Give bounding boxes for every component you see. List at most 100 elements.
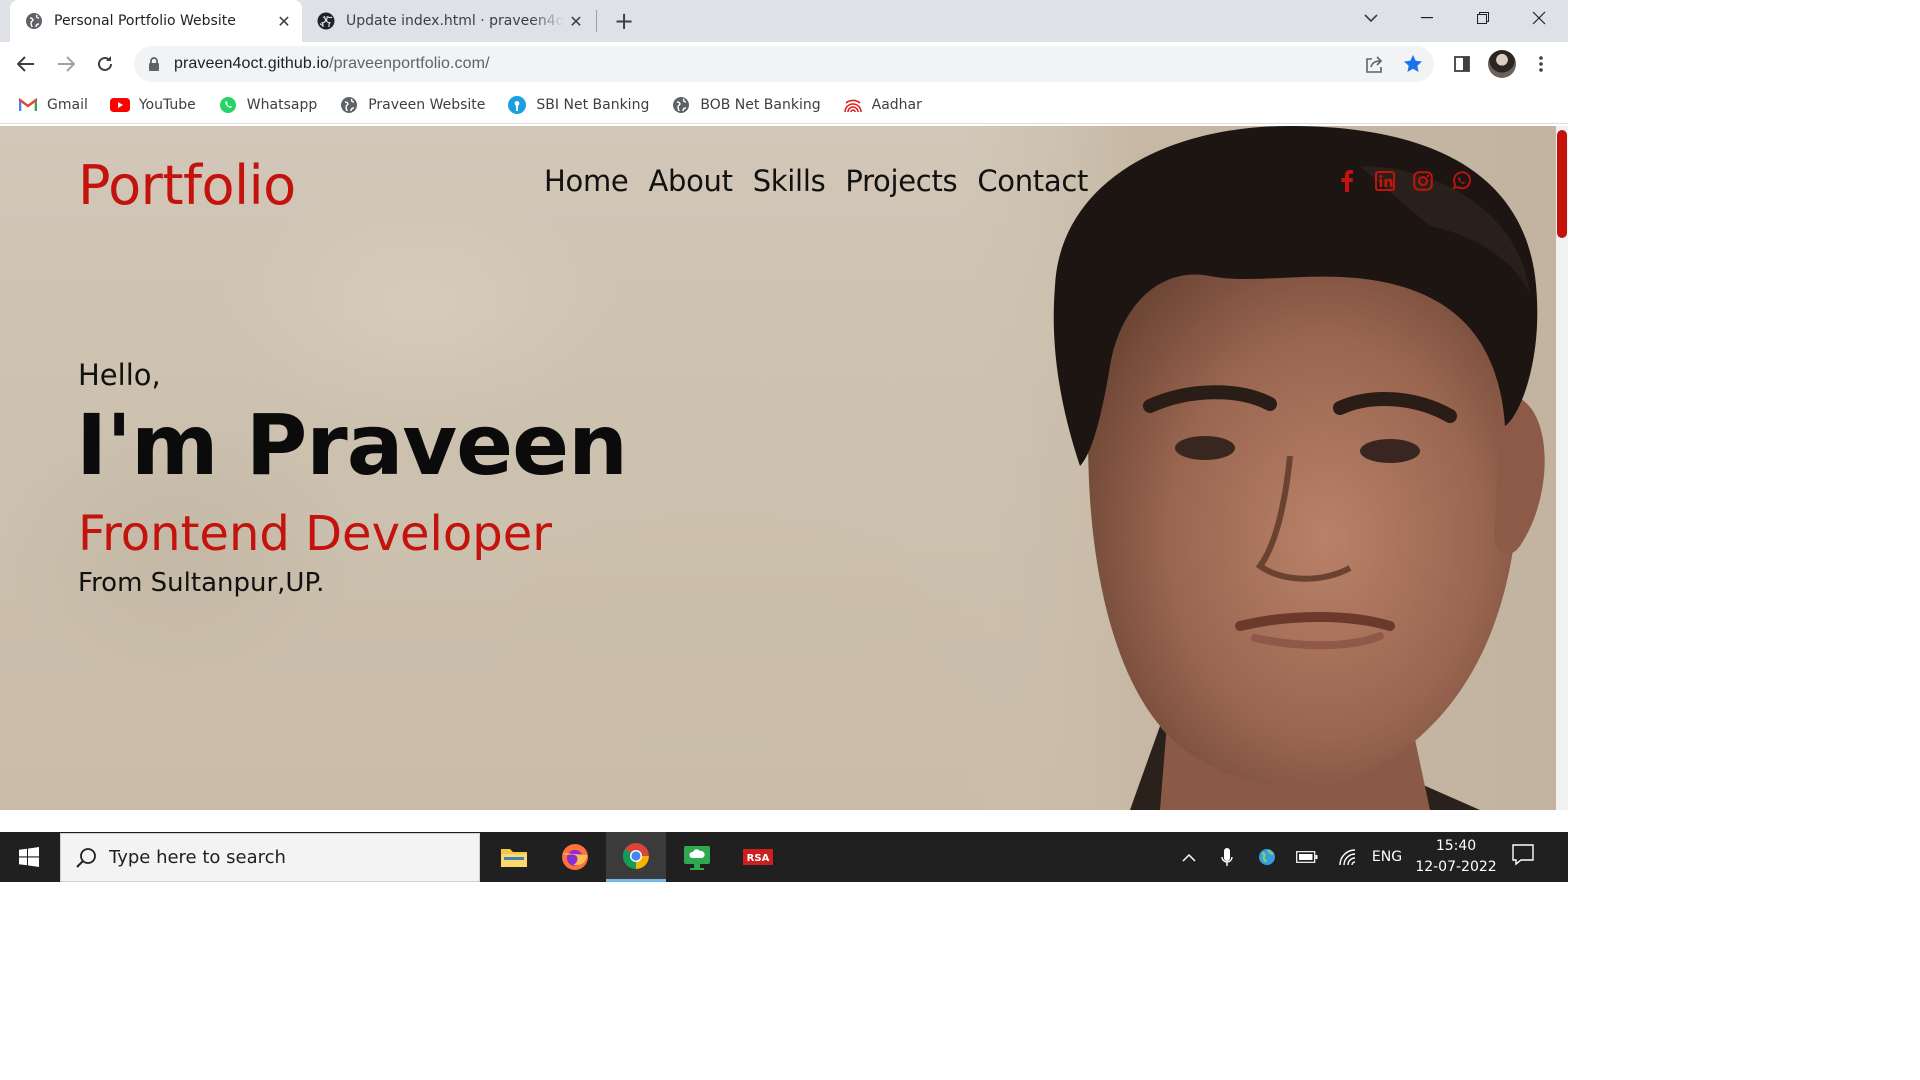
- side-panel-button[interactable]: [1448, 50, 1476, 78]
- bookmark-bob-net-banking[interactable]: BOB Net Banking: [671, 91, 821, 119]
- clock-date: 12-07-2022: [1415, 859, 1497, 875]
- taskbar-search[interactable]: [60, 833, 480, 882]
- close-icon: [1532, 11, 1546, 25]
- taskbar-file-explorer[interactable]: [484, 832, 544, 882]
- nav-projects[interactable]: Projects: [845, 164, 957, 198]
- page-below-fold: [0, 810, 1568, 832]
- site-logo[interactable]: Portfolio: [78, 154, 296, 217]
- aadhar-icon: [843, 95, 863, 115]
- star-icon[interactable]: [1403, 54, 1423, 74]
- start-button[interactable]: [0, 832, 58, 882]
- nav-skills[interactable]: Skills: [753, 164, 826, 198]
- close-window-button[interactable]: [1511, 0, 1567, 36]
- bookmark-whatsapp[interactable]: Whatsapp: [218, 91, 317, 119]
- taskbar-remote-app[interactable]: [667, 832, 727, 882]
- microphone-tray[interactable]: [1214, 832, 1240, 882]
- chrome-icon: [622, 842, 649, 869]
- tab-search-button[interactable]: [1343, 0, 1399, 36]
- url-text: praveen4oct.github.io/praveenportfolio.c…: [174, 55, 490, 73]
- minimize-icon: [1421, 17, 1433, 19]
- github-icon: [317, 12, 335, 30]
- wifi-icon: [1339, 849, 1356, 865]
- close-icon[interactable]: ✕: [272, 9, 296, 33]
- menu-button[interactable]: [1527, 50, 1555, 78]
- folder-icon: [501, 849, 527, 867]
- restore-icon: [1477, 12, 1489, 24]
- profile-avatar[interactable]: [1488, 50, 1516, 78]
- instagram-icon[interactable]: [1412, 170, 1434, 192]
- close-icon[interactable]: ✕: [564, 9, 588, 33]
- microphone-icon: [1221, 848, 1233, 866]
- chevron-down-icon: [1364, 14, 1378, 23]
- globe-icon: [1259, 849, 1275, 865]
- gmail-icon: [18, 95, 38, 115]
- bookmark-gmail[interactable]: Gmail: [18, 91, 88, 119]
- forward-button[interactable]: [52, 50, 80, 78]
- taskbar-firefox[interactable]: [545, 832, 605, 882]
- svg-text:RSA: RSA: [747, 853, 770, 864]
- windows-taskbar: RSA ENG 15:40 12-07-2022: [0, 832, 1568, 882]
- bookmark-praveen-website[interactable]: Praveen Website: [339, 91, 485, 119]
- hero-role: Frontend Developer: [78, 506, 552, 562]
- nav-home[interactable]: Home: [544, 164, 629, 198]
- bookmarks-bar: Gmail YouTube Whatsapp Praveen Website S…: [0, 86, 1568, 124]
- url-path: /praveenportfolio.com/: [329, 55, 490, 72]
- new-tab-button[interactable]: +: [610, 7, 638, 35]
- language-indicator[interactable]: ENG: [1368, 832, 1406, 882]
- lock-icon[interactable]: [148, 56, 160, 72]
- linkedin-icon[interactable]: [1374, 170, 1396, 192]
- globe-icon: [26, 13, 42, 29]
- search-icon: [75, 847, 97, 869]
- main-nav: Home About Skills Projects Contact: [544, 164, 1088, 198]
- bookmark-youtube[interactable]: YouTube: [109, 91, 196, 119]
- tab-personal-portfolio[interactable]: Personal Portfolio Website ✕: [10, 0, 302, 42]
- search-input[interactable]: [109, 847, 449, 868]
- arrow-left-icon: [17, 56, 34, 72]
- reload-icon: [98, 56, 112, 71]
- profile-photo: [960, 126, 1556, 810]
- address-bar[interactable]: praveen4oct.github.io/praveenportfolio.c…: [134, 46, 1434, 82]
- bookmark-label: SBI Net Banking: [536, 96, 650, 113]
- minimize-button[interactable]: [1399, 0, 1455, 36]
- monitor-cloud-icon: [684, 846, 710, 870]
- youtube-icon: [109, 95, 130, 115]
- show-hidden-icons[interactable]: [1176, 832, 1202, 882]
- tab-separator: [596, 10, 597, 32]
- tab-strip: Personal Portfolio Website ✕ Update inde…: [0, 0, 1568, 42]
- arrow-right-icon: [58, 56, 75, 72]
- taskbar-chrome[interactable]: [606, 832, 666, 882]
- bookmark-label: Gmail: [47, 96, 88, 113]
- facebook-icon[interactable]: [1336, 170, 1358, 192]
- reload-button[interactable]: [91, 50, 119, 78]
- notification-center-button[interactable]: [1512, 844, 1534, 870]
- bookmark-label: Aadhar: [871, 96, 922, 113]
- nav-contact[interactable]: Contact: [977, 164, 1088, 198]
- whatsapp-icon: [218, 95, 238, 115]
- clock-time: 15:40: [1435, 838, 1477, 854]
- back-button[interactable]: [12, 50, 40, 78]
- battery-icon: [1296, 851, 1318, 863]
- bookmark-sbi-net-banking[interactable]: SBI Net Banking: [507, 91, 649, 119]
- side-panel-icon: [1454, 56, 1470, 72]
- network-globe-tray[interactable]: [1254, 832, 1280, 882]
- wifi-tray[interactable]: [1334, 832, 1362, 882]
- restore-button[interactable]: [1455, 0, 1511, 36]
- bookmark-aadhar[interactable]: Aadhar: [843, 91, 922, 119]
- taskbar-rsa[interactable]: RSA: [728, 832, 788, 882]
- scrollbar-thumb[interactable]: [1557, 130, 1567, 238]
- battery-tray[interactable]: [1293, 832, 1321, 882]
- url-host: praveen4oct.github.io: [174, 55, 330, 72]
- whatsapp-icon[interactable]: [1450, 170, 1472, 192]
- firefox-icon: [562, 844, 588, 870]
- tab-github-update[interactable]: Update index.html · praveen4oct/praveenp…: [302, 0, 594, 42]
- tab-title: Update index.html · praveen4oct/praveenp…: [346, 13, 564, 29]
- hero-greeting: Hello,: [78, 358, 161, 392]
- globe-icon: [339, 95, 359, 115]
- hero-name: I'm Praveen: [76, 396, 628, 494]
- system-clock[interactable]: 15:40 12-07-2022: [1410, 836, 1502, 878]
- notification-icon: [1512, 844, 1534, 866]
- share-icon[interactable]: [1364, 55, 1384, 73]
- nav-about[interactable]: About: [648, 164, 733, 198]
- globe-icon: [671, 95, 691, 115]
- bookmark-label: Whatsapp: [246, 96, 318, 113]
